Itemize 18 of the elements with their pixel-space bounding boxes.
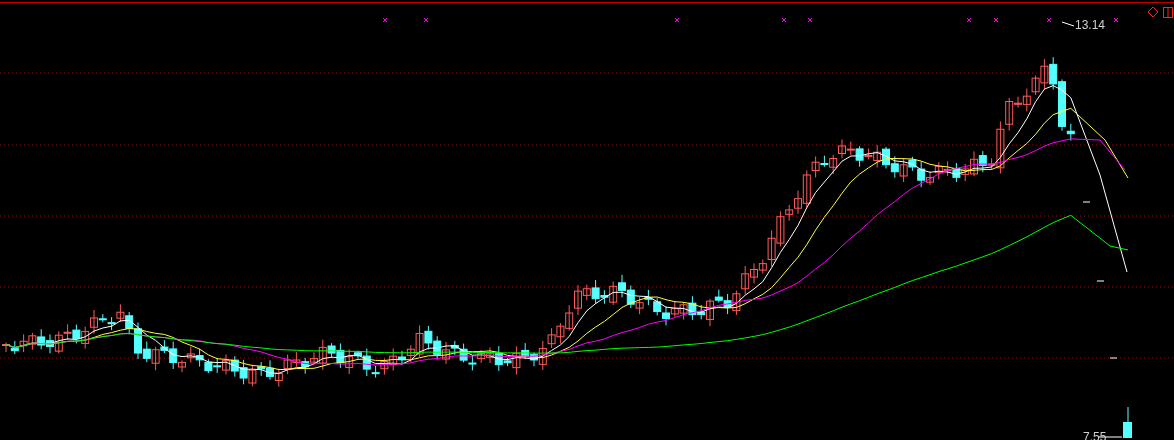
price-tick-mark — [1109, 357, 1118, 359]
cross-marker-icon — [382, 17, 388, 23]
leader-line — [1097, 436, 1123, 438]
high-price-label: 13.14 — [1075, 19, 1106, 31]
cross-marker-icon — [1046, 17, 1052, 23]
cross-marker-icon — [674, 17, 680, 23]
cross-marker-icon — [423, 17, 429, 23]
cross-marker-icon — [807, 17, 813, 23]
cross-marker-icon — [781, 17, 787, 23]
panel-toggle-icon[interactable] — [1163, 7, 1173, 18]
cross-marker-icon — [1113, 17, 1119, 23]
candlestick — [1123, 406, 1132, 438]
diamond-icon[interactable] — [1147, 6, 1159, 18]
price-tick-mark — [1082, 201, 1091, 203]
price-tick-mark — [1096, 280, 1105, 282]
cross-marker-icon — [966, 17, 972, 23]
cross-marker-icon — [993, 17, 999, 23]
leader-line — [1061, 21, 1075, 27]
